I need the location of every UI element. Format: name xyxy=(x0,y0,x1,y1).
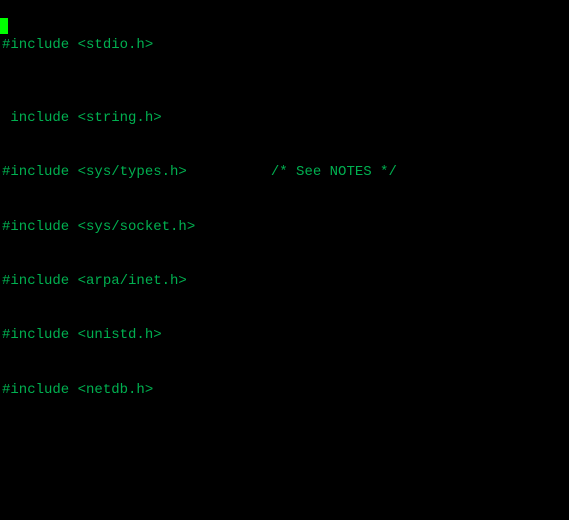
text-cursor xyxy=(0,18,8,34)
include-line: #include <stdio.h> xyxy=(2,36,567,54)
code-text: #include <unistd.h> xyxy=(2,327,162,343)
code-text: #include <sys/types.h> /* See NOTES */ xyxy=(2,164,397,180)
code-text: include <string.h> xyxy=(2,110,162,126)
include-line: #include <arpa/inet.h> xyxy=(2,272,567,290)
code-text: #include <stdio.h> xyxy=(2,37,153,53)
code-text: #include <sys/socket.h> xyxy=(2,219,195,235)
blank-line xyxy=(2,490,567,508)
include-line: #include <netdb.h> xyxy=(2,381,567,399)
include-line: include <string.h> xyxy=(2,109,567,127)
code-text: #include <netdb.h> xyxy=(2,382,153,398)
include-line: #include <sys/socket.h> xyxy=(2,218,567,236)
include-line: #include <sys/types.h> /* See NOTES */ xyxy=(2,163,567,181)
code-editor: #include <stdio.h> include <string.h> #i… xyxy=(0,0,569,520)
blank-line xyxy=(2,435,567,453)
include-line: #include <unistd.h> xyxy=(2,326,567,344)
code-text: #include <arpa/inet.h> xyxy=(2,273,187,289)
